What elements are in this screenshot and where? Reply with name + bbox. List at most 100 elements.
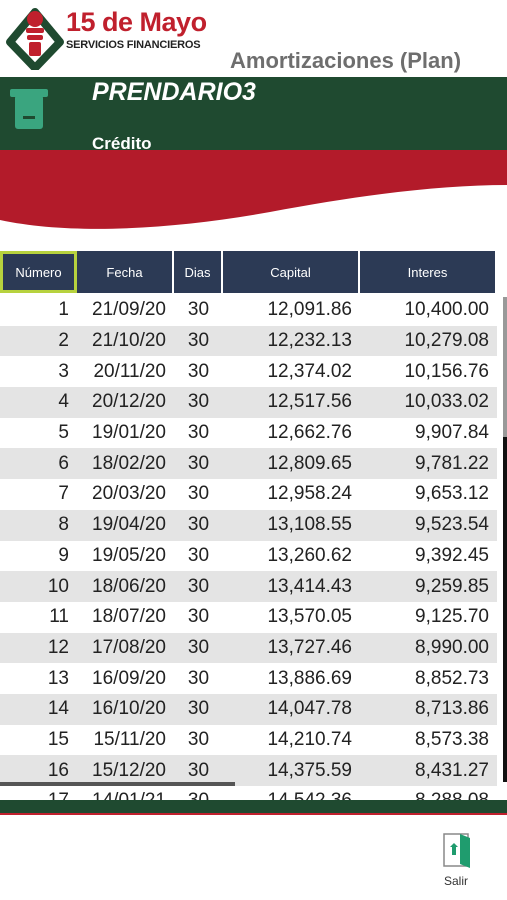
row-fecha: 16/09/20 xyxy=(92,667,166,689)
row-dias: 30 xyxy=(187,606,210,628)
row-fecha: 17/08/20 xyxy=(92,636,166,658)
table-row[interactable]: 2 21/10/20 30 12,232.13 10,279.08 xyxy=(0,325,497,357)
header-capital[interactable]: Capital xyxy=(223,251,360,293)
row-fecha: 15/12/20 xyxy=(92,759,166,781)
row-interes: 9,259.85 xyxy=(415,575,489,597)
table-row[interactable]: 9 19/05/20 30 13,260.62 9,392.45 xyxy=(0,540,497,572)
row-fecha: 21/10/20 xyxy=(92,330,166,352)
row-fecha: 19/01/20 xyxy=(92,422,166,444)
row-dias: 30 xyxy=(187,698,210,720)
row-interes: 9,523.54 xyxy=(415,514,489,536)
row-dias: 30 xyxy=(187,299,210,321)
row-numero: 2 xyxy=(58,330,69,352)
row-dias: 30 xyxy=(187,483,210,505)
row-numero: 12 xyxy=(47,636,69,658)
row-fecha: 20/11/20 xyxy=(93,360,166,382)
product-name: PRENDARIO3 xyxy=(92,78,256,106)
row-interes: 9,653.12 xyxy=(415,483,489,505)
table-row[interactable]: 3 20/11/20 30 12,374.02 10,156.76 xyxy=(0,356,497,388)
row-fecha: 20/12/20 xyxy=(92,391,166,413)
row-numero: 16 xyxy=(47,759,69,781)
row-capital: 12,662.76 xyxy=(267,422,352,444)
horizontal-scrollbar[interactable] xyxy=(0,782,235,786)
row-fecha: 20/03/20 xyxy=(92,483,166,505)
row-capital: 12,091.86 xyxy=(267,299,352,321)
row-interes: 9,392.45 xyxy=(415,544,489,566)
row-numero: 5 xyxy=(58,422,69,444)
scrollbar-thumb[interactable] xyxy=(503,297,507,437)
row-capital: 12,809.65 xyxy=(267,452,352,474)
row-interes: 9,907.84 xyxy=(415,422,489,444)
header-interes[interactable]: Interes xyxy=(360,251,497,293)
row-numero: 10 xyxy=(47,575,69,597)
table-row[interactable]: 15 15/11/20 30 14,210.74 8,573.38 xyxy=(0,724,497,756)
row-interes: 8,431.27 xyxy=(415,759,489,781)
row-dias: 30 xyxy=(187,452,210,474)
row-capital: 12,374.02 xyxy=(267,360,352,382)
row-capital: 14,375.59 xyxy=(267,759,352,781)
row-numero: 3 xyxy=(58,360,69,382)
row-numero: 14 xyxy=(47,698,69,720)
row-dias: 30 xyxy=(187,330,210,352)
row-dias: 30 xyxy=(187,759,210,781)
row-dias: 30 xyxy=(187,728,210,750)
row-capital: 13,886.69 xyxy=(267,667,352,689)
row-fecha: 16/10/20 xyxy=(92,698,166,720)
row-numero: 4 xyxy=(58,391,69,413)
row-interes: 8,852.73 xyxy=(415,667,489,689)
row-interes: 8,573.38 xyxy=(415,728,489,750)
table-row[interactable]: 1 21/09/20 30 12,091.86 10,400.00 xyxy=(0,295,497,326)
row-numero: 6 xyxy=(58,452,69,474)
table-row[interactable]: 13 16/09/20 30 13,886.69 8,852.73 xyxy=(0,663,497,694)
table-row[interactable]: 10 18/06/20 30 13,414.43 9,259.85 xyxy=(0,571,497,602)
row-dias: 30 xyxy=(187,360,210,382)
table-row[interactable]: 11 18/07/20 30 13,570.05 9,125.70 xyxy=(0,601,497,633)
table-row[interactable]: 6 18/02/20 30 12,809.65 9,781.22 xyxy=(0,448,497,480)
row-interes: 8,990.00 xyxy=(415,636,489,658)
table-row[interactable]: 8 19/04/20 30 13,108.55 9,523.54 xyxy=(0,509,497,541)
table-row[interactable]: 12 17/08/20 30 13,727.46 8,990.00 xyxy=(0,632,497,664)
row-numero: 15 xyxy=(47,728,69,750)
row-dias: 30 xyxy=(187,514,210,536)
door-exit-icon xyxy=(443,833,470,868)
header-numero[interactable]: Número xyxy=(0,251,77,293)
footer-bar xyxy=(0,800,507,813)
row-dias: 30 xyxy=(187,544,210,566)
row-numero: 7 xyxy=(58,483,69,505)
brand-logo-icon xyxy=(6,8,64,70)
table-row[interactable]: 14 16/10/20 30 14,047.78 8,713.86 xyxy=(0,693,497,725)
row-interes: 10,400.00 xyxy=(404,299,489,321)
amortization-table: Número Fecha Dias Capital Interes 1 21/09… xyxy=(0,251,497,827)
row-capital: 13,570.05 xyxy=(267,606,352,628)
brand-subtitle: SERVICIOS FINANCIEROS xyxy=(66,39,201,51)
row-interes: 9,781.22 xyxy=(415,452,489,474)
row-numero: 1 xyxy=(58,299,69,321)
row-fecha: 18/07/20 xyxy=(92,606,166,628)
row-numero: 11 xyxy=(49,606,69,628)
row-fecha: 18/02/20 xyxy=(92,452,166,474)
row-numero: 9 xyxy=(58,544,69,566)
exit-button[interactable]: Salir xyxy=(434,830,478,894)
table-row[interactable]: 5 19/01/20 30 12,662.76 9,907.84 xyxy=(0,417,497,449)
row-dias: 30 xyxy=(187,667,210,689)
table-row[interactable]: 4 20/12/20 30 12,517.56 10,033.02 xyxy=(0,387,497,418)
row-fecha: 21/09/20 xyxy=(92,299,166,321)
row-capital: 13,260.62 xyxy=(267,544,352,566)
brand-name: 15 de Mayo xyxy=(66,7,207,37)
row-dias: 30 xyxy=(187,422,210,444)
footer-divider xyxy=(0,813,507,815)
table-body[interactable]: 1 21/09/20 30 12,091.86 10,400.00 2 21/10/20 30… xyxy=(0,295,497,827)
row-dias: 30 xyxy=(187,391,210,413)
row-capital: 13,727.46 xyxy=(267,636,352,658)
row-dias: 30 xyxy=(187,575,210,597)
row-fecha: 18/06/20 xyxy=(92,575,166,597)
row-numero: 8 xyxy=(58,514,69,536)
row-capital: 14,210.74 xyxy=(267,728,352,750)
row-numero: 13 xyxy=(47,667,69,689)
row-interes: 10,156.76 xyxy=(404,360,489,382)
row-capital: 12,958.24 xyxy=(267,483,352,505)
table-row[interactable]: 7 20/03/20 30 12,958.24 9,653.12 xyxy=(0,479,497,510)
row-capital: 13,414.43 xyxy=(267,575,352,597)
header-dias[interactable]: Dias xyxy=(174,251,223,293)
header-fecha[interactable]: Fecha xyxy=(77,251,174,293)
